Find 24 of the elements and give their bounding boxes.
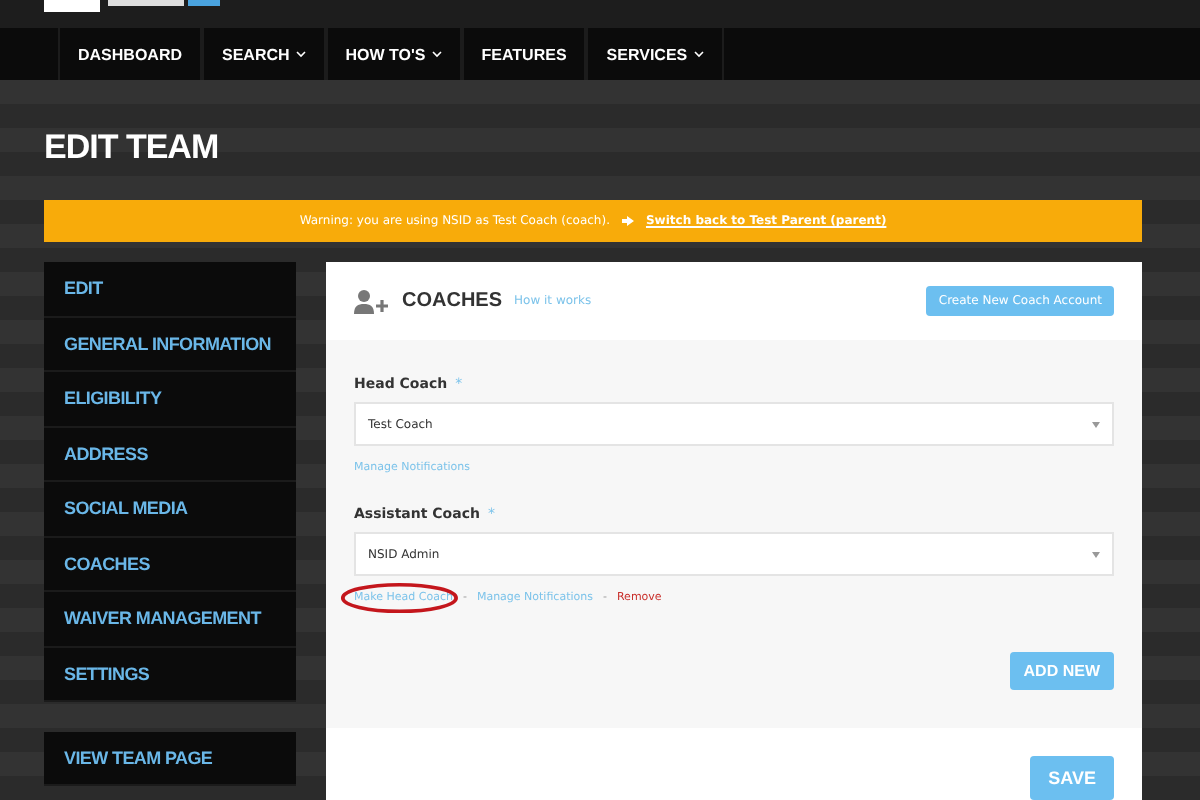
sidebar-item[interactable]: ELIGIBILITY: [44, 372, 296, 427]
sidebar-item[interactable]: WAIVER MANAGEMENT: [44, 592, 296, 647]
sidebar-item[interactable]: ADDRESS: [44, 427, 296, 482]
sidebar-item[interactable]: GENERAL INFORMATION: [44, 317, 296, 372]
dropdown-caret-icon: [1092, 551, 1100, 557]
caret-icon: [693, 50, 704, 58]
nav-item[interactable]: FEATURES: [461, 28, 587, 80]
dropdown-caret-icon: [1092, 421, 1100, 427]
nav-item[interactable]: DASHBOARD: [58, 28, 202, 80]
add-user-icon: [354, 289, 390, 313]
nav-item[interactable]: SEARCH: [202, 28, 326, 80]
logo-drawing[interactable]: [44, 0, 224, 12]
sidebar-item[interactable]: SOCIAL MEDIA: [44, 482, 296, 537]
nav-item[interactable]: HOW TO'S: [325, 28, 462, 80]
sidebar-item[interactable]: VIEW TEAM PAGE: [44, 732, 296, 786]
page-title: EDIT TEAM: [44, 128, 221, 168]
sidebar-item[interactable]: COACHES: [44, 537, 296, 592]
nav-item[interactable]: SERVICES: [586, 28, 724, 80]
sidebar-item[interactable]: EDIT: [44, 262, 296, 317]
sidebar-item[interactable]: SETTINGS: [44, 647, 296, 702]
caret-icon: [295, 50, 306, 58]
panel-title: COACHES: [402, 290, 503, 312]
arrow-icon: [621, 216, 634, 226]
caret-icon: [431, 50, 442, 58]
